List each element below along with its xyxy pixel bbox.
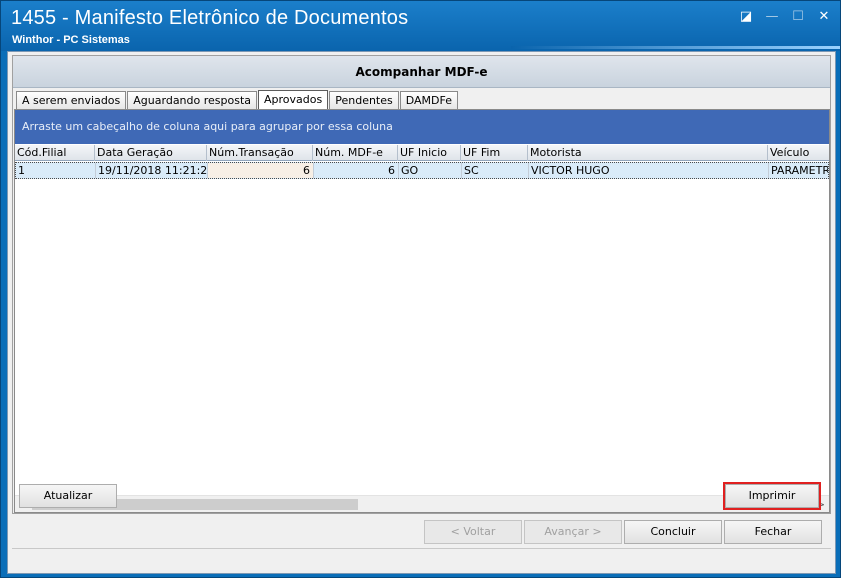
concluir-button[interactable]: Concluir	[624, 520, 722, 544]
imprimir-button[interactable]: Imprimir	[723, 482, 821, 510]
horizontal-scrollbar[interactable]: < >	[15, 495, 829, 512]
window-subtitle: Winthor - PC Sistemas	[12, 34, 130, 46]
close-icon[interactable]: ✕	[816, 9, 832, 25]
column-header-cod-filial[interactable]: Cód.Filial	[15, 145, 95, 161]
tab-damdfe[interactable]: DAMDFe	[399, 91, 459, 109]
client-area: Acompanhar MDF-e A serem enviados Aguard…	[7, 51, 836, 574]
column-header-uf-fim[interactable]: UF Fim	[461, 145, 528, 161]
restore-icon[interactable]: ◪	[738, 9, 754, 25]
tab-a-serem-enviados[interactable]: A serem enviados	[16, 91, 127, 109]
grid-header: Cód.Filial Data Geração Núm.Transação Nú…	[15, 145, 829, 161]
window-title: 1455 - Manifesto Eletrônico de Documento…	[11, 7, 409, 29]
title-accent-line	[511, 46, 840, 49]
table-row[interactable]: 1 19/11/2018 11:21:22 6 6 GO SC VICTOR H…	[15, 162, 829, 179]
tab-pendentes[interactable]: Pendentes	[329, 91, 399, 109]
tab-aprovados[interactable]: Aprovados	[258, 90, 329, 109]
atualizar-button[interactable]: Atualizar	[19, 484, 117, 508]
cell-veiculo: PARAMETRI	[771, 164, 828, 177]
column-header-num-mdfe[interactable]: Núm. MDF-e	[313, 145, 398, 161]
tab-aguardando-resposta[interactable]: Aguardando resposta	[127, 91, 258, 109]
tab-strip: A serem enviados Aguardando resposta Apr…	[16, 90, 459, 109]
cell-motorista: VICTOR HUGO	[529, 163, 769, 178]
column-header-veiculo[interactable]: Veículo	[768, 145, 829, 161]
title-bar: 1455 - Manifesto Eletrônico de Documento…	[1, 1, 840, 51]
column-header-motorista[interactable]: Motorista	[528, 145, 768, 161]
app-window: 1455 - Manifesto Eletrônico de Documento…	[0, 0, 841, 578]
cell-uf-inicio: GO	[399, 163, 462, 178]
panel-header: Acompanhar MDF-e	[13, 56, 830, 88]
window-controls: ◪ — ☐ ✕	[738, 9, 832, 25]
voltar-button[interactable]: < Voltar	[424, 520, 522, 544]
cell-data-geracao: 19/11/2018 11:21:22	[98, 163, 208, 178]
column-header-uf-inicio[interactable]: UF Inicio	[398, 145, 461, 161]
maximize-icon[interactable]: ☐	[790, 9, 806, 25]
divider	[12, 548, 831, 549]
cell-num-transacao: 6	[208, 163, 314, 178]
status-bar	[12, 552, 831, 570]
group-by-area[interactable]: Arraste um cabeçalho de coluna aqui para…	[15, 110, 829, 144]
column-header-num-transacao[interactable]: Núm.Transação	[207, 145, 313, 161]
mdfe-panel: Acompanhar MDF-e A serem enviados Aguard…	[12, 55, 831, 514]
cell-cod-filial: 1	[16, 163, 96, 178]
minimize-icon[interactable]: —	[764, 9, 780, 25]
fechar-button[interactable]: Fechar	[724, 520, 822, 544]
cell-num-mdfe: 6	[314, 163, 399, 178]
avancar-button[interactable]: Avançar >	[524, 520, 622, 544]
column-header-data-geracao[interactable]: Data Geração	[95, 145, 207, 161]
tab-content: Arraste um cabeçalho de coluna aqui para…	[14, 109, 830, 513]
cell-uf-fim: SC	[462, 163, 529, 178]
